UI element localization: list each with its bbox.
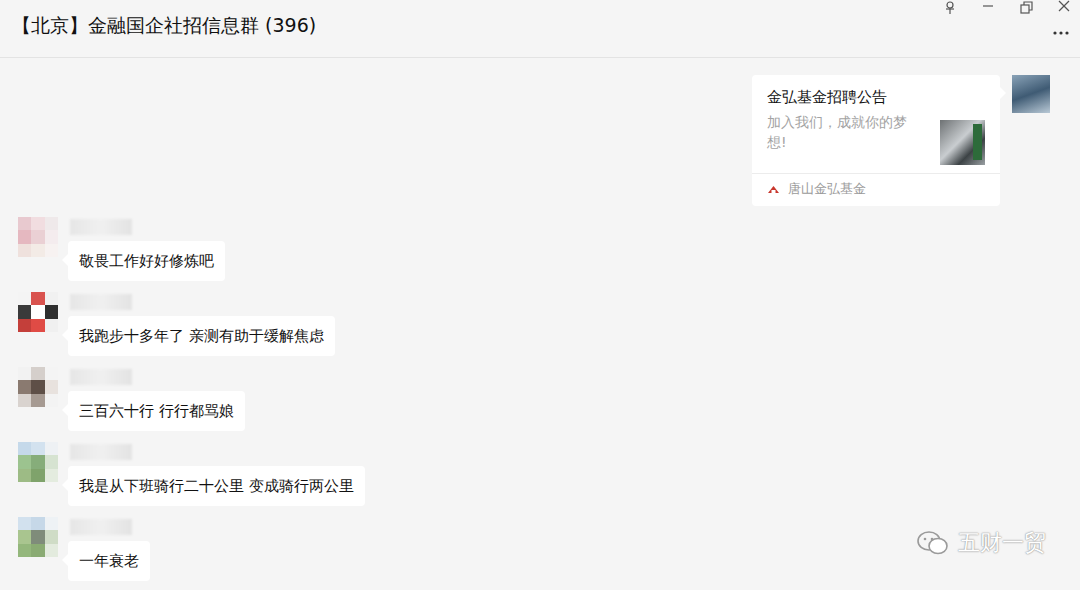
message-bubble[interactable]: 敬畏工作好好修炼吧: [68, 241, 225, 281]
message-bubble[interactable]: 三百六十行 行行都骂娘: [68, 391, 245, 431]
avatar-pixel: [45, 319, 58, 332]
minimize-icon[interactable]: [980, 0, 996, 16]
avatar-pixel: [45, 244, 58, 257]
avatar-pixel: [18, 367, 31, 380]
avatar-pixel: [31, 394, 44, 407]
avatar-pixel: [18, 442, 31, 455]
link-card[interactable]: 金弘基金招聘公告加入我们，成就你的梦想! 唐山金弘基金: [752, 75, 1000, 206]
avatar-pixel: [45, 544, 58, 557]
window-controls: [942, 0, 1080, 36]
avatar-pixel: [31, 217, 44, 230]
message-bubble[interactable]: 一年衰老: [68, 541, 150, 581]
window-buttons: [942, 0, 1072, 16]
avatar-pixel: [31, 455, 44, 468]
avatar-pixel: [31, 544, 44, 557]
avatar-pixel: [31, 469, 44, 482]
avatar-pixel: [18, 380, 31, 393]
avatar-pixel: [18, 530, 31, 543]
card-thumbnail: [940, 120, 985, 165]
title-bar: 【北京】金融国企社招信息群 (396): [0, 0, 1080, 58]
avatar-pixel: [45, 305, 58, 318]
avatar-pixel: [31, 292, 44, 305]
avatar-pixel: [18, 319, 31, 332]
source-logo-icon: [767, 184, 780, 194]
sender-name-blurred: [70, 519, 132, 535]
restore-icon[interactable]: [1018, 0, 1034, 16]
avatar-pixel: [31, 230, 44, 243]
avatar-pixel: [18, 292, 31, 305]
sender-avatar[interactable]: [18, 367, 58, 407]
message-column: 三百六十行 行行都骂娘: [68, 367, 245, 431]
sender-avatar[interactable]: [18, 292, 58, 332]
pin-icon[interactable]: [942, 0, 958, 16]
avatar-pixel: [45, 469, 58, 482]
sender-avatar[interactable]: [18, 442, 58, 482]
text-message: 敬畏工作好好修炼吧: [18, 217, 1050, 281]
message-bubble[interactable]: 我跑步十多年了 亲测有助于缓解焦虑: [68, 316, 335, 356]
message-column: 敬畏工作好好修炼吧: [68, 217, 225, 281]
avatar-pixel: [45, 530, 58, 543]
text-message: 三百六十行 行行都骂娘: [18, 367, 1050, 431]
text-message: 我是从下班骑行二十公里 变成骑行两公里: [18, 442, 1050, 506]
avatar-pixel: [18, 469, 31, 482]
avatar-pixel: [18, 305, 31, 318]
sender-name-blurred: [70, 444, 132, 460]
message-list: 金弘基金招聘公告加入我们，成就你的梦想! 唐山金弘基金敬畏工作好好修炼吧我跑步十多…: [0, 58, 1080, 590]
avatar-pixel: [45, 442, 58, 455]
card-source: 唐山金弘基金: [752, 173, 1000, 206]
avatar-pixel: [31, 305, 44, 318]
chat-title: 【北京】金融国企社招信息群 (396): [0, 0, 316, 39]
avatar-pixel: [31, 530, 44, 543]
avatar-pixel: [45, 367, 58, 380]
avatar-pixel: [31, 244, 44, 257]
sender-name-blurred: [70, 294, 132, 310]
watermark: 五财一贸: [916, 528, 1046, 558]
sender-name-blurred: [70, 219, 132, 235]
card-description: 加入我们，成就你的梦想!: [767, 112, 907, 152]
avatar-pixel: [45, 517, 58, 530]
avatar-pixel: [18, 230, 31, 243]
watermark-text: 五财一贸: [958, 528, 1046, 558]
avatar-pixel: [18, 455, 31, 468]
avatar-pixel: [31, 442, 44, 455]
text-message: 我跑步十多年了 亲测有助于缓解焦虑: [18, 292, 1050, 356]
card-body: 金弘基金招聘公告加入我们，成就你的梦想!: [752, 75, 1000, 173]
avatar-pixel: [31, 367, 44, 380]
card-title: 金弘基金招聘公告: [767, 86, 985, 108]
avatar-pixel: [45, 394, 58, 407]
avatar-pixel: [31, 319, 44, 332]
avatar-pixel: [45, 217, 58, 230]
avatar-pixel: [31, 517, 44, 530]
sender-avatar[interactable]: [18, 217, 58, 257]
card-content: 加入我们，成就你的梦想!: [767, 112, 985, 165]
avatar-pixel: [45, 380, 58, 393]
wechat-logo-icon: [916, 529, 950, 557]
close-icon[interactable]: [1056, 0, 1072, 16]
avatar-pixel: [18, 217, 31, 230]
my-avatar[interactable]: [1012, 75, 1050, 113]
avatar-pixel: [18, 244, 31, 257]
avatar-pixel: [45, 292, 58, 305]
message-column: 我跑步十多年了 亲测有助于缓解焦虑: [68, 292, 335, 356]
message-column: 一年衰老: [68, 517, 150, 581]
message-bubble[interactable]: 我是从下班骑行二十公里 变成骑行两公里: [68, 466, 365, 506]
message-column: 我是从下班骑行二十公里 变成骑行两公里: [68, 442, 365, 506]
avatar-pixel: [18, 394, 31, 407]
sender-name-blurred: [70, 369, 132, 385]
avatar-pixel: [18, 544, 31, 557]
source-name: 唐山金弘基金: [788, 180, 866, 198]
avatar-pixel: [18, 517, 31, 530]
avatar-pixel: [45, 230, 58, 243]
sender-avatar[interactable]: [18, 517, 58, 557]
card-message: 金弘基金招聘公告加入我们，成就你的梦想! 唐山金弘基金: [18, 75, 1050, 206]
text-message: 一年衰老: [18, 517, 1050, 581]
avatar-pixel: [45, 455, 58, 468]
more-icon[interactable]: [1052, 30, 1070, 36]
avatar-pixel: [31, 380, 44, 393]
